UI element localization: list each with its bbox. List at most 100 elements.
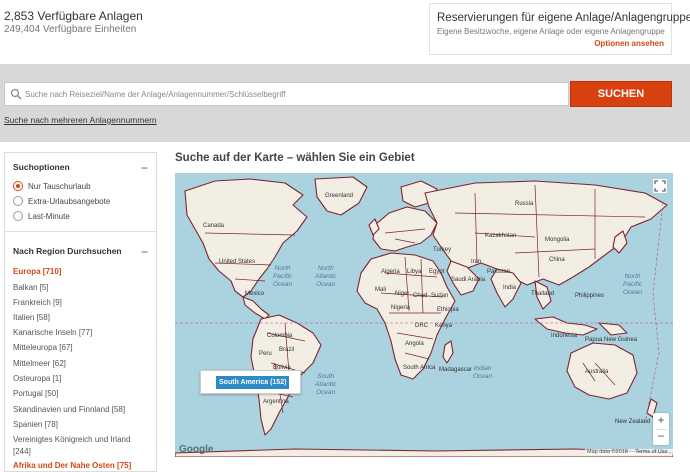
label-philippines: Philippines bbox=[575, 293, 605, 299]
label-algeria: Algeria bbox=[381, 269, 400, 275]
available-resorts-count: 2,853 Verfügbare Anlagen bbox=[4, 9, 143, 23]
label-egypt: Egypt bbox=[429, 269, 445, 275]
label-colombia: Colombia bbox=[267, 333, 293, 339]
label-usa: United States bbox=[219, 259, 256, 265]
label-ethiopia: Ethiopia bbox=[437, 307, 459, 313]
label-madagascar: Madagascar bbox=[439, 367, 473, 373]
ocean-north-pacific-east: North Pacific Ocean bbox=[273, 265, 293, 288]
region-france[interactable]: Frankreich [9] bbox=[13, 298, 62, 307]
label-sudan: Sudan bbox=[431, 293, 449, 299]
ocean-north-pacific: North Pacific Ocean bbox=[623, 273, 643, 296]
region-spain[interactable]: Spanien [78] bbox=[13, 420, 58, 429]
label-mongolia: Mongolia bbox=[545, 237, 570, 243]
filter-sidebar: Suchoptionen − Nur Tauschurlaub Extra-Ur… bbox=[4, 152, 157, 472]
region-canary-islands[interactable]: Kanarische Inseln [77] bbox=[13, 328, 92, 337]
ocean-north-atlantic: North Atlantic Ocean bbox=[315, 265, 337, 288]
region-uk-ireland[interactable]: Vereinigtes Königreich und Irland bbox=[13, 435, 130, 444]
option-last-minute[interactable]: Last-Minute bbox=[13, 210, 70, 222]
view-options-link[interactable]: Optionen ansehen bbox=[594, 39, 664, 48]
region-mediterranean[interactable]: Mittelmeer [62] bbox=[13, 359, 66, 368]
label-mali: Mali bbox=[375, 287, 387, 293]
search-button[interactable]: SUCHEN bbox=[570, 81, 672, 107]
option-label: Extra-Urlaubsangebote bbox=[28, 196, 111, 206]
label-argentina: Argentina bbox=[263, 399, 289, 405]
tooltip-label: South America (152) bbox=[216, 376, 290, 389]
label-brazil: Brazil bbox=[279, 347, 295, 353]
region-central-europe[interactable]: Mitteleuropa [67] bbox=[13, 343, 73, 352]
reservation-panel: Reservierungen für eigene Anlage/Anlagen… bbox=[429, 3, 690, 55]
region-portugal[interactable]: Portugal [50] bbox=[13, 389, 58, 398]
search-field bbox=[4, 82, 569, 106]
search-input[interactable] bbox=[25, 83, 565, 105]
label-australia: Australia bbox=[585, 369, 609, 375]
terms-of-use-link[interactable]: Terms of Use bbox=[635, 449, 667, 455]
google-logo: Google bbox=[179, 444, 214, 455]
label-peru: Peru bbox=[259, 351, 272, 357]
fullscreen-icon[interactable] bbox=[653, 179, 667, 193]
ocean-indian: Indian Ocean bbox=[473, 365, 493, 380]
label-kenya: Kenya bbox=[435, 323, 453, 329]
world-map-canvas bbox=[175, 176, 673, 457]
map-data-credit: Map data ©2018 bbox=[587, 449, 628, 455]
label-iran: Iran bbox=[471, 259, 482, 265]
label-papua: Papua New Guinea bbox=[585, 337, 638, 343]
label-thailand: Thailand bbox=[531, 291, 555, 297]
label-turkey: Turkey bbox=[433, 247, 452, 253]
label-niger: Niger bbox=[395, 291, 410, 297]
available-units-count: 249,404 Verfügbare Einheiten bbox=[4, 24, 137, 35]
label-kazakhstan: Kazakhstan bbox=[485, 233, 517, 239]
option-exchange-only[interactable]: Nur Tauschurlaub bbox=[13, 180, 91, 192]
label-russia: Russia bbox=[515, 201, 534, 207]
label-south-africa: South Africa bbox=[403, 365, 436, 371]
divider bbox=[5, 231, 156, 232]
label-nigeria: Nigeria bbox=[391, 305, 411, 311]
search-options-header: Suchoptionen bbox=[13, 162, 70, 172]
minus-icon[interactable]: − bbox=[141, 246, 148, 258]
region-uk-ireland-count[interactable]: [244] bbox=[13, 447, 31, 456]
region-italy[interactable]: Italien [58] bbox=[13, 313, 50, 322]
reservation-subtitle: Eigene Besitzwoche, eigene Anlage oder e… bbox=[437, 27, 665, 36]
minus-icon[interactable]: − bbox=[141, 162, 148, 174]
map-attribution: Map data ©2018 Terms of Use bbox=[585, 449, 673, 455]
reservation-title: Reservierungen für eigene Anlage/Anlagen… bbox=[437, 12, 690, 24]
label-saudi-arabia: Saudi Arabia bbox=[451, 277, 486, 283]
option-label: Nur Tauschurlaub bbox=[28, 181, 91, 191]
world-map[interactable]: Canada United States Mexico Greenland Co… bbox=[175, 173, 673, 457]
region-tooltip[interactable]: South America (152) bbox=[200, 370, 301, 394]
zoom-controls: + − bbox=[653, 413, 669, 445]
region-scandinavia[interactable]: Skandinavien und Finnland [58] bbox=[13, 405, 125, 414]
label-angola: Angola bbox=[405, 341, 424, 347]
ocean-south-atlantic: South Atlantic Ocean bbox=[315, 373, 337, 396]
landmass-europe bbox=[372, 206, 438, 252]
dateline bbox=[644, 202, 664, 424]
label-drc: DRC bbox=[415, 323, 428, 329]
map-title: Suche auf der Karte – wählen Sie ein Geb… bbox=[175, 152, 415, 164]
availability-header: 2,853 Verfügbare Anlagen 249,404 Verfügb… bbox=[0, 0, 690, 64]
label-libya: Libya bbox=[407, 269, 422, 275]
label-pakistan: Pakistan bbox=[487, 269, 511, 275]
option-label: Last-Minute bbox=[28, 211, 70, 221]
region-balkans[interactable]: Balkan [5] bbox=[13, 283, 49, 292]
search-icon bbox=[10, 88, 22, 100]
label-canada: Canada bbox=[203, 223, 225, 229]
region-browse-header: Nach Region Durchsuchen bbox=[13, 246, 122, 256]
option-extra-vacations[interactable]: Extra-Urlaubsangebote bbox=[13, 195, 110, 207]
search-band: SUCHEN Suche nach mehreren Anlagennummer… bbox=[0, 64, 690, 142]
radio-icon bbox=[13, 211, 23, 221]
label-indonesia: Indonesia bbox=[551, 333, 578, 339]
region-europe[interactable]: Europa [710] bbox=[13, 267, 61, 276]
landmass-madagascar bbox=[442, 340, 454, 364]
label-greenland: Greenland bbox=[325, 193, 354, 199]
region-eastern-europe[interactable]: Osteuropa [1] bbox=[13, 374, 61, 383]
radio-icon bbox=[13, 196, 23, 206]
label-chad: Chad bbox=[413, 293, 428, 299]
label-mexico: Mexico bbox=[245, 291, 265, 297]
zoom-in-button[interactable]: + bbox=[653, 413, 669, 429]
label-new-zealand: New Zealand bbox=[615, 419, 651, 425]
label-india: India bbox=[503, 285, 517, 291]
radio-checked-icon bbox=[13, 181, 23, 191]
landmass-central-america bbox=[242, 296, 270, 320]
multi-resort-search-link[interactable]: Suche nach mehreren Anlagennummern bbox=[4, 115, 157, 125]
label-china: China bbox=[549, 257, 565, 263]
zoom-out-button[interactable]: − bbox=[653, 429, 669, 445]
